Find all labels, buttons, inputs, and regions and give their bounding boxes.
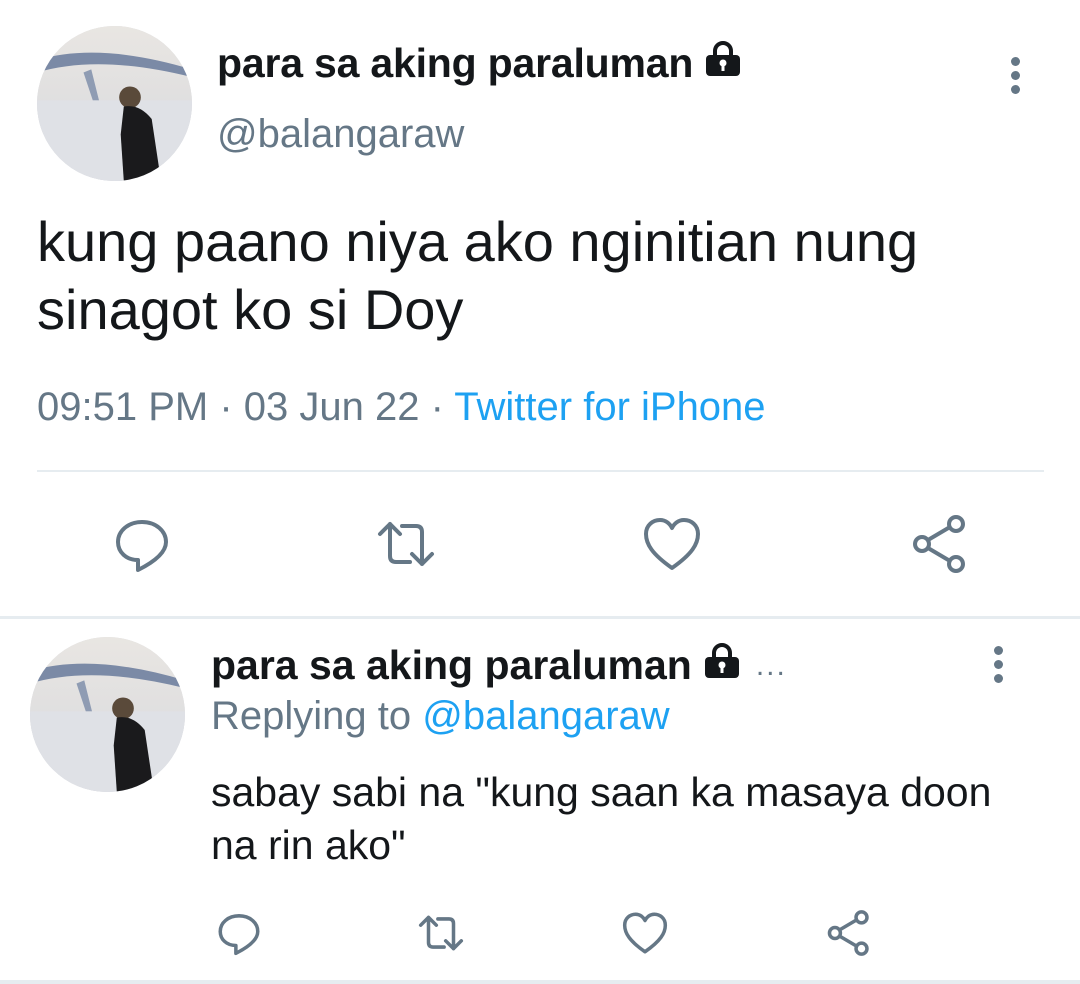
like-icon[interactable] — [620, 908, 670, 958]
lock-icon — [703, 40, 743, 87]
tweet-meta: 09:51 PM · 03 Jun 22 · Twitter for iPhon… — [37, 385, 766, 430]
replying-label: Replying to — [211, 694, 412, 738]
avatar[interactable] — [37, 26, 192, 181]
reply-author-name[interactable]: para sa aking paraluman ... — [211, 642, 787, 689]
bottom-divider — [0, 980, 1080, 984]
author-name-text: para sa aking paraluman — [217, 40, 694, 86]
more-options-icon[interactable] — [984, 644, 1014, 684]
more-options-icon[interactable] — [1001, 55, 1031, 95]
replying-to: Replying to @balangaraw — [211, 694, 670, 739]
author-handle[interactable]: @balangaraw — [217, 112, 464, 157]
divider — [37, 470, 1044, 472]
lock-icon — [702, 642, 742, 689]
reply-icon[interactable] — [214, 908, 264, 958]
reply-author-name-text: para sa aking paraluman — [211, 642, 692, 688]
truncation-ellipsis: ... — [755, 648, 787, 682]
tweet-source[interactable]: Twitter for iPhone — [454, 385, 765, 429]
meta-separator: · — [208, 385, 244, 429]
retweet-icon[interactable] — [374, 512, 438, 576]
reply-text: sabay sabi na "kung saan ka masaya doon … — [211, 769, 992, 868]
tweet-date: 03 Jun 22 — [243, 385, 420, 429]
tweet-time: 09:51 PM — [37, 385, 209, 429]
author-name[interactable]: para sa aking paraluman — [217, 40, 743, 87]
share-icon[interactable] — [908, 512, 972, 576]
reply-icon[interactable] — [110, 512, 174, 576]
section-divider — [0, 616, 1080, 619]
share-icon[interactable] — [824, 908, 874, 958]
meta-separator: · — [419, 385, 455, 429]
retweet-icon[interactable] — [416, 908, 466, 958]
like-icon[interactable] — [640, 512, 704, 576]
tweet-text: kung paano niya ako nginitian nung sinag… — [37, 210, 919, 341]
avatar[interactable] — [30, 637, 185, 792]
replying-mention[interactable]: @balangaraw — [422, 694, 669, 738]
